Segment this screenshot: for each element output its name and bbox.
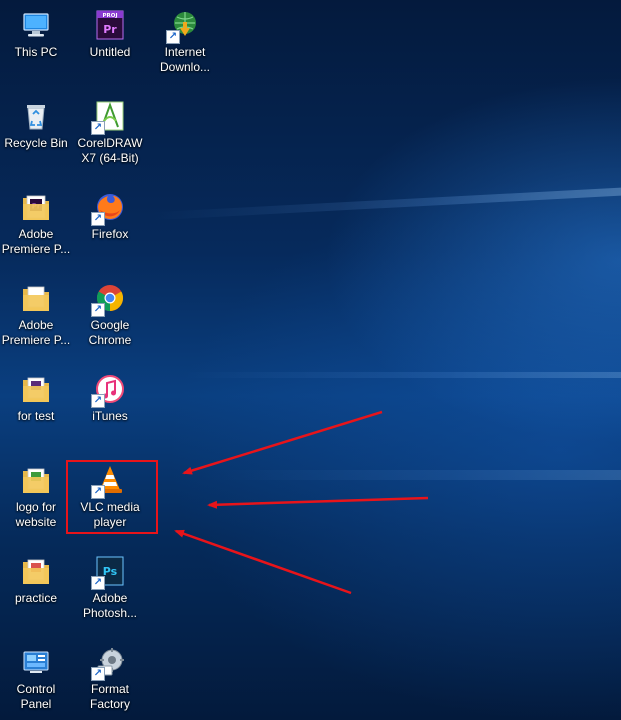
desktop-icon-adobe-premiere-folder-1[interactable]: Pr Adobe Premiere P... xyxy=(0,186,74,257)
icon-label: Recycle Bin xyxy=(4,136,68,150)
desktop-icon-coreldraw[interactable]: ↗ CorelDRAW X7 (64-Bit) xyxy=(72,95,148,166)
itunes-icon: ↗ xyxy=(91,372,127,408)
desktop-icon-control-panel[interactable]: Control Panel xyxy=(0,641,74,712)
desktop-icon-google-chrome[interactable]: ↗ Google Chrome xyxy=(72,277,148,348)
icon-label: Firefox xyxy=(91,227,129,241)
vlc-icon: ↗ xyxy=(91,463,127,499)
shortcut-arrow-icon: ↗ xyxy=(91,303,105,317)
chrome-icon: ↗ xyxy=(91,281,127,317)
icon-label: VLC media player xyxy=(80,500,140,529)
desktop-icon-itunes[interactable]: ↗ iTunes xyxy=(72,368,148,424)
premiere-project-icon: PROJ Pr xyxy=(93,8,127,42)
icon-label: practice xyxy=(14,591,58,605)
folder-icon xyxy=(19,372,53,406)
computer-icon xyxy=(19,8,53,42)
desktop-icon-internet-download-manager[interactable]: ↗ Internet Downlo... xyxy=(147,4,223,75)
icon-label: Adobe Premiere P... xyxy=(1,227,71,256)
svg-text:PROJ: PROJ xyxy=(103,13,118,19)
icon-label: Control Panel xyxy=(16,682,56,711)
wallpaper-streak xyxy=(180,372,621,378)
internet-download-manager-icon: ↗ xyxy=(166,8,202,44)
shortcut-arrow-icon: ↗ xyxy=(91,121,105,135)
icon-label: Adobe Photosh... xyxy=(82,591,138,620)
shortcut-arrow-icon: ↗ xyxy=(166,30,180,44)
arrow-middle xyxy=(207,496,429,509)
icon-label: CorelDRAW X7 (64-Bit) xyxy=(77,136,143,165)
desktop-icon-recycle-bin[interactable]: Recycle Bin xyxy=(0,95,74,151)
shortcut-arrow-icon: ↗ xyxy=(91,576,105,590)
control-panel-icon xyxy=(19,645,53,679)
desktop-icon-for-test[interactable]: for test xyxy=(0,368,74,424)
desktop-icon-adobe-photoshop[interactable]: Ps ↗ Adobe Photosh... xyxy=(72,550,148,621)
folder-icon xyxy=(19,554,53,588)
svg-text:Pr: Pr xyxy=(103,23,117,36)
wallpaper-streak xyxy=(200,470,621,480)
icon-label: Google Chrome xyxy=(88,318,132,347)
folder-icon xyxy=(19,463,53,497)
desktop-icon-this-pc[interactable]: This PC xyxy=(0,4,74,60)
desktop-icon-logo-for-website[interactable]: logo for website xyxy=(0,459,74,530)
icon-label: Adobe Premiere P... xyxy=(1,318,71,347)
icon-label: Format Factory xyxy=(89,682,130,711)
icon-label: Untitled xyxy=(89,45,131,59)
desktop-icon-adobe-premiere-folder-2[interactable]: Adobe Premiere P... xyxy=(0,277,74,348)
desktop-icon-practice[interactable]: practice xyxy=(0,550,74,606)
shortcut-arrow-icon: ↗ xyxy=(91,485,105,499)
arrow-upper xyxy=(182,410,383,475)
icon-label: iTunes xyxy=(92,409,128,423)
desktop-icon-firefox[interactable]: ↗ Firefox xyxy=(72,186,148,242)
wallpaper-streak xyxy=(150,187,621,221)
firefox-icon: ↗ xyxy=(91,190,127,226)
shortcut-arrow-icon: ↗ xyxy=(91,212,105,226)
svg-text:Ps: Ps xyxy=(103,565,118,578)
desktop-icon-untitled[interactable]: PROJ Pr Untitled xyxy=(72,4,148,60)
icon-label: for test xyxy=(17,409,55,423)
coreldraw-icon: ↗ xyxy=(91,99,127,135)
photoshop-icon: Ps ↗ xyxy=(91,554,127,590)
icon-label: Internet Downlo... xyxy=(159,45,211,74)
folder-icon xyxy=(19,281,53,315)
recycle-bin-icon xyxy=(19,99,53,133)
desktop-icon-format-factory[interactable]: ↗ Format Factory xyxy=(72,641,148,712)
desktop-icon-vlc-media-player[interactable]: ↗ VLC media player xyxy=(72,459,148,530)
icon-label: logo for website xyxy=(15,500,57,529)
shortcut-arrow-icon: ↗ xyxy=(91,667,105,681)
arrow-lower xyxy=(174,529,352,595)
icon-label: This PC xyxy=(14,45,58,59)
shortcut-arrow-icon: ↗ xyxy=(91,394,105,408)
format-factory-icon: ↗ xyxy=(91,645,127,681)
folder-icon: Pr xyxy=(19,190,53,224)
